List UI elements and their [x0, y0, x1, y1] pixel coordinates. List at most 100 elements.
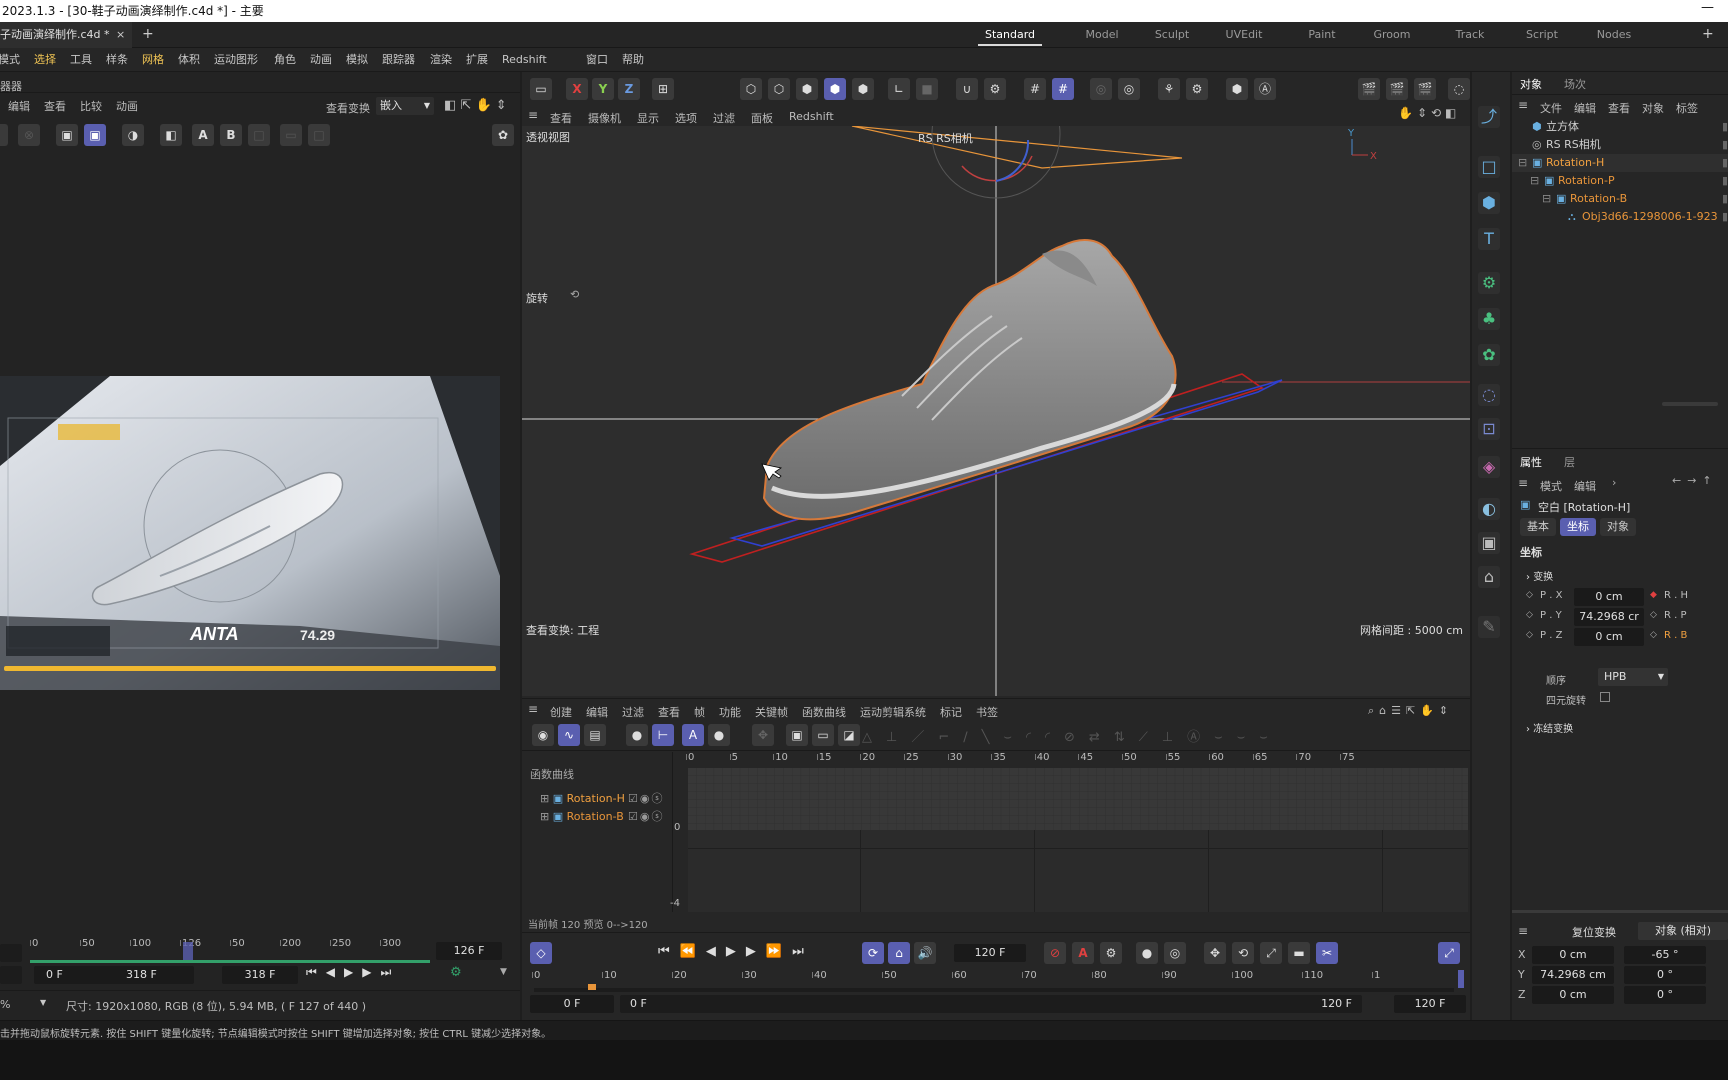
autokey-record-icon[interactable]: A: [1072, 942, 1094, 964]
om-menu-item-0[interactable]: 文件: [1540, 100, 1562, 116]
freeze-group[interactable]: › 冻结变换: [1526, 720, 1573, 735]
track-row[interactable]: ⊞ ▣ Rotation-B ☑◉ⓢ: [540, 808, 670, 826]
param-key-icon[interactable]: ▬: [1288, 942, 1310, 964]
tl-menu-item-7[interactable]: 函数曲线: [802, 704, 846, 720]
tab-sculpt[interactable]: Sculpt: [1132, 22, 1212, 48]
tl-menu-item-5[interactable]: 功能: [719, 704, 741, 720]
tl-menu-item-4[interactable]: 帧: [694, 704, 705, 720]
perspective-view[interactable]: Y X: [522, 126, 1470, 696]
lock-icon[interactable]: ◎: [1090, 78, 1112, 100]
menu-item-2[interactable]: 工具: [70, 48, 92, 72]
order-select[interactable]: HPB ▼: [1598, 668, 1668, 686]
curve-link-icon[interactable]: ⤢: [1438, 942, 1460, 964]
lp-menu-item-1[interactable]: 查看: [44, 98, 66, 114]
attr-menu-icon[interactable]: ≡: [1518, 476, 1528, 490]
cube-tool-icon[interactable]: ⬢: [1478, 192, 1500, 214]
tool-icon[interactable]: [0, 124, 8, 146]
edges-mode-icon[interactable]: ⬡: [768, 78, 790, 100]
om-tab-1[interactable]: 场次: [1564, 76, 1586, 92]
swap-icon[interactable]: □: [248, 124, 270, 146]
at-menu-item-1[interactable]: 编辑: [1574, 478, 1596, 494]
menu-item-3[interactable]: 样条: [106, 48, 128, 72]
vp-menu-item-2[interactable]: 显示: [637, 110, 659, 126]
keyframe-marker[interactable]: [588, 984, 596, 990]
range-field[interactable]: 0 F 318 F: [34, 966, 194, 984]
coord-position-field[interactable]: 0 cm: [1532, 946, 1614, 964]
om-menu-item-1[interactable]: 编辑: [1574, 100, 1596, 116]
start-frame-field[interactable]: 0 F: [530, 995, 614, 1013]
zoom-dropdown-icon[interactable]: ▼: [40, 998, 46, 1007]
coord-position-field[interactable]: 0 cm: [1532, 986, 1614, 1004]
frame-selected-icon[interactable]: ▭: [812, 724, 834, 746]
spline-icon[interactable]: ⊡: [1478, 418, 1500, 440]
keyframe-diamond-icon[interactable]: ◇: [1526, 590, 1533, 600]
workplane-icon[interactable]: #: [1052, 78, 1074, 100]
frame-icon[interactable]: □: [308, 124, 330, 146]
menu-item-6[interactable]: 运动图形: [214, 48, 258, 72]
view-transform-select[interactable]: 嵌入 ▼: [376, 97, 434, 115]
coord-system-icon[interactable]: ⊞: [652, 78, 674, 100]
stop-icon[interactable]: ⊗: [18, 124, 40, 146]
object-row[interactable]: ⊟ ▣ Rotation-H ▮: [1512, 154, 1728, 172]
minimize-button[interactable]: —: [1701, 0, 1714, 15]
pen-icon[interactable]: ✎: [1478, 616, 1500, 638]
menu-item-1[interactable]: 选择: [34, 48, 56, 72]
fcurve-ruler[interactable]: 0 5 10 15 20 25 30 35 40 45 50 55 60 65 70 75: [686, 752, 1468, 768]
rotation-key-icon[interactable]: ⟲: [1232, 942, 1254, 964]
menu-item-4[interactable]: 网格: [142, 48, 164, 72]
loop-toggle-icon[interactable]: ⟳: [862, 942, 884, 964]
object-row[interactable]: ⬢ 立方体 ▮: [1512, 118, 1728, 136]
attr-value-field[interactable]: 0 cm: [1574, 628, 1644, 646]
tl-menu-icon[interactable]: ≡: [528, 702, 538, 716]
a-icon[interactable]: A: [192, 124, 214, 146]
range-bar[interactable]: 0 F 120 F: [620, 995, 1362, 1013]
visibility-icons[interactable]: ☑◉ⓢ: [628, 808, 664, 826]
copy-icon[interactable]: ▭: [280, 124, 302, 146]
user-icon[interactable]: ●: [708, 724, 730, 746]
end-frame-field[interactable]: 120 F: [1394, 995, 1466, 1013]
render-pv-icon[interactable]: 🎬: [1386, 78, 1408, 100]
at-menu-item-0[interactable]: 模式: [1540, 478, 1562, 494]
render-icon[interactable]: ▣: [84, 124, 106, 146]
document-tab[interactable]: 子动画演绎制作.c4d * ×: [0, 22, 132, 48]
tab-script[interactable]: Script: [1502, 22, 1582, 48]
sub-tab-2[interactable]: 对象: [1600, 518, 1636, 536]
zoom-level[interactable]: %: [0, 998, 10, 1011]
add-layout-button[interactable]: +: [1702, 22, 1714, 46]
menu-item-11[interactable]: 渲染: [430, 48, 452, 72]
uv-mode-icon[interactable]: ⬢: [852, 78, 874, 100]
object-row[interactable]: ⊟ ▣ Rotation-P ▮: [1512, 172, 1728, 190]
grid-icon[interactable]: #: [1024, 78, 1046, 100]
coord-rotation-field[interactable]: 0 °: [1624, 986, 1706, 1004]
vp-menu-item-1[interactable]: 摄像机: [588, 110, 621, 126]
fcurve-graph[interactable]: [688, 830, 1468, 912]
frame-field[interactable]: 120 F: [954, 944, 1026, 962]
menu-item-13[interactable]: Redshift: [502, 48, 547, 72]
emitter-icon[interactable]: ⚙: [1478, 272, 1500, 294]
current-frame-field[interactable]: 126 F: [436, 942, 502, 960]
object-row[interactable]: ⛬ Obj3d66-1298006-1-923 ▮: [1512, 208, 1728, 226]
lp-menu-item-0[interactable]: 编辑: [8, 98, 30, 114]
axis-mode-icon[interactable]: ∟: [888, 78, 910, 100]
tl-menu-item-10[interactable]: 书签: [976, 704, 998, 720]
axis-x-button[interactable]: X: [566, 78, 588, 100]
om-tab-0[interactable]: 对象: [1520, 76, 1542, 92]
tl-menu-item-6[interactable]: 关键帧: [755, 704, 788, 720]
points-mode-icon[interactable]: ⬡: [740, 78, 762, 100]
coord-mode-select[interactable]: 对象 (相对): [1638, 922, 1728, 940]
solo-icon[interactable]: ◎: [1118, 78, 1140, 100]
menu-item-9[interactable]: 模拟: [346, 48, 368, 72]
dopesheet-icon[interactable]: ◉: [532, 724, 554, 746]
range-end-field[interactable]: 318 F: [222, 966, 298, 984]
om-menu-item-3[interactable]: 对象: [1642, 100, 1664, 116]
vp-menu-item-5[interactable]: 面板: [751, 110, 773, 126]
attr-tab-1[interactable]: 层: [1564, 454, 1575, 470]
expand-icon[interactable]: ⊞: [540, 810, 553, 823]
object-row[interactable]: ⊟ ▣ Rotation-B ▮: [1512, 190, 1728, 208]
deformer-icon[interactable]: ◌: [1478, 384, 1500, 406]
rect-tool-icon[interactable]: □: [1478, 156, 1500, 178]
redshift-icon[interactable]: ◌: [1448, 78, 1470, 100]
fcurve-mode-icon[interactable]: ∿: [558, 724, 580, 746]
hierarchy-icon[interactable]: ⊢: [652, 724, 674, 746]
attr-value-field[interactable]: 0 cm: [1574, 588, 1644, 606]
